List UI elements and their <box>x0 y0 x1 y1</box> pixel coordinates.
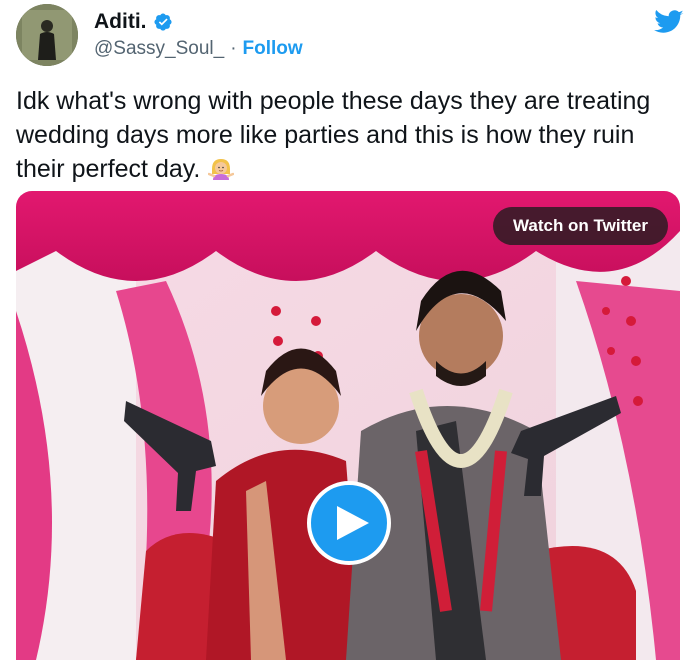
avatar[interactable] <box>16 4 78 66</box>
verified-badge-icon <box>153 13 172 31</box>
tweet-text-block: Idk what's wrong with people these days … <box>16 84 676 186</box>
video-thumbnail <box>16 191 680 660</box>
follow-link[interactable]: Follow <box>243 38 303 60</box>
tweet-embed: Aditi. @Sassy_Soul_ · Follow Idk what's … <box>0 0 700 660</box>
author-name-row: Aditi. <box>94 10 173 34</box>
watch-on-twitter-button[interactable]: Watch on Twitter <box>492 207 668 245</box>
play-icon <box>337 506 369 540</box>
play-button[interactable] <box>307 481 391 565</box>
tweet-text: Idk what's wrong with people these days … <box>16 87 651 183</box>
video-media[interactable]: Watch on Twitter <box>16 191 680 660</box>
handle-separator: · <box>230 38 237 59</box>
author-handle[interactable]: @Sassy_Soul_ <box>94 38 224 60</box>
author-display-name[interactable]: Aditi. <box>94 10 147 34</box>
avatar-photo <box>16 4 78 66</box>
woman-shrugging-emoji-icon <box>208 156 235 182</box>
author-handle-row: @Sassy_Soul_ · Follow <box>94 38 303 60</box>
twitter-bird-icon[interactable] <box>654 10 684 35</box>
